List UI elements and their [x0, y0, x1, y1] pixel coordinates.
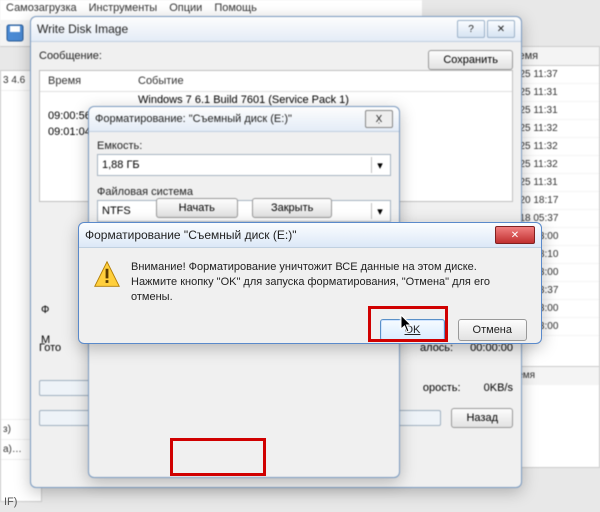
label-m: М	[41, 334, 50, 346]
ok-button[interactable]: OK	[380, 319, 446, 342]
back-button[interactable]: Назад	[451, 408, 513, 428]
window-title: Write Disk Image	[37, 22, 128, 36]
footer-text: IF)	[4, 496, 17, 508]
speed-value: 0KB/s	[484, 382, 513, 394]
warning-icon	[93, 260, 121, 288]
messages-label: Сообщение:	[39, 50, 102, 62]
col-time: Время	[48, 75, 138, 87]
col-event: Событие	[138, 75, 184, 87]
disk-icon	[6, 24, 24, 42]
label-f: Ф	[41, 304, 49, 316]
confirm-dialog: Форматирование "Съемный диск (E:)" ✕ Вни…	[78, 222, 542, 344]
close-icon[interactable]: ✕	[495, 226, 535, 244]
window-title: Форматирование "Съемный диск (E:)"	[85, 228, 296, 242]
speed-label: орость:	[423, 382, 461, 394]
confirm-line-1: Внимание! Форматирование уничтожит ВСЕ д…	[131, 260, 527, 275]
help-icon[interactable]: ?	[457, 20, 485, 38]
capacity-label: Емкость:	[97, 140, 391, 152]
filesystem-label: Файловая система	[97, 186, 391, 198]
window-title: Форматирование: "Съемный диск (E:)"	[95, 113, 292, 125]
cancel-button[interactable]: Отмена	[458, 319, 527, 342]
close-icon[interactable]: X̣	[365, 110, 393, 128]
chevron-down-icon: ▾	[371, 157, 388, 173]
confirm-line-2: Нажмите кнопку "OK" для запуска форматир…	[131, 275, 527, 305]
close-icon[interactable]: ✕	[487, 20, 515, 38]
save-button[interactable]: Сохранить	[428, 50, 513, 70]
start-button[interactable]: Начать	[156, 198, 238, 218]
close-button[interactable]: Закрыть	[252, 198, 332, 218]
capacity-select[interactable]: 1,88 ГБ ▾	[97, 154, 391, 176]
event-row: Windows 7 6.1 Build 7601 (Service Pack 1…	[138, 94, 349, 106]
